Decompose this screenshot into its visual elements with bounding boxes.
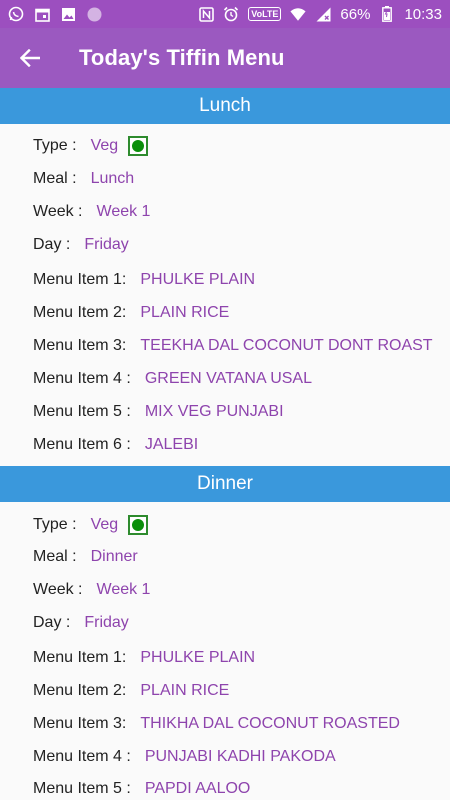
- menu-item-value: THIKHA DAL COCONUT ROASTED: [140, 715, 400, 732]
- type-label: Type :: [33, 516, 77, 533]
- lunch-menu-item-1: Menu Item 1: PHULKE PLAIN: [33, 271, 255, 289]
- back-button[interactable]: [0, 28, 60, 88]
- whatsapp-icon: [8, 6, 24, 22]
- week-value: Week 1: [96, 203, 151, 220]
- menu-item-label: Menu Item 3:: [33, 715, 127, 732]
- nfc-icon: [198, 6, 214, 22]
- dinner-day-row: Day : Friday: [33, 614, 129, 632]
- week-value: Week 1: [96, 581, 151, 598]
- battery-icon: [379, 6, 395, 22]
- lunch-type-row: Type : Veg: [33, 136, 149, 156]
- volte-badge: VoLTE: [248, 7, 282, 21]
- menu-item-label: Menu Item 1:: [33, 649, 127, 666]
- wifi-icon: [290, 6, 306, 22]
- menu-item-value: PUNJABI KADHI PAKODA: [144, 748, 336, 765]
- day-label: Day :: [33, 614, 71, 631]
- menu-item-label: Menu Item 1:: [33, 271, 127, 288]
- lunch-section-header: Lunch: [0, 88, 450, 124]
- week-label: Week :: [33, 581, 83, 598]
- menu-item-label: Menu Item 3:: [33, 337, 127, 354]
- menu-item-label: Menu Item 2:: [33, 682, 127, 699]
- menu-item-value: PHULKE PLAIN: [140, 271, 256, 288]
- type-value: Veg: [90, 137, 119, 154]
- week-label: Week :: [33, 203, 83, 220]
- calendar-icon: [34, 6, 50, 22]
- app-bar: Today's Tiffin Menu: [0, 28, 450, 88]
- circle-icon: [86, 6, 102, 22]
- dinner-week-row: Week : Week 1: [33, 581, 150, 599]
- menu-item-label: Menu Item 4 :: [33, 748, 131, 765]
- alarm-icon: [223, 6, 239, 22]
- meal-label: Meal :: [33, 548, 77, 565]
- meal-value: Lunch: [90, 170, 135, 187]
- signal-icon: [315, 6, 331, 22]
- dinner-section-header: Dinner: [0, 466, 450, 502]
- lunch-menu-item-3: Menu Item 3: TEEKHA DAL COCONUT DONT ROA…: [33, 337, 433, 355]
- lunch-menu-item-4: Menu Item 4 : GREEN VATANA USAL: [33, 370, 312, 388]
- lunch-meal-row: Meal : Lunch: [33, 170, 134, 188]
- status-bar: VoLTE 66% 10:33: [0, 0, 450, 28]
- day-label: Day :: [33, 236, 71, 253]
- dinner-menu-item-5: Menu Item 5 : PAPDI AALOO: [33, 780, 250, 798]
- battery-percent: 66%: [340, 5, 371, 23]
- dinner-menu-item-1: Menu Item 1: PHULKE PLAIN: [33, 649, 255, 667]
- menu-item-value: GREEN VATANA USAL: [144, 370, 312, 387]
- lunch-week-row: Week : Week 1: [33, 203, 150, 221]
- menu-item-value: MIX VEG PUNJABI: [144, 403, 284, 420]
- menu-item-label: Menu Item 5 :: [33, 780, 131, 797]
- dinner-type-row: Type : Veg: [33, 515, 149, 535]
- menu-item-value: PLAIN RICE: [140, 304, 230, 321]
- meal-label: Meal :: [33, 170, 77, 187]
- lunch-menu-item-5: Menu Item 5 : MIX VEG PUNJABI: [33, 403, 284, 421]
- dinner-meal-row: Meal : Dinner: [33, 548, 138, 566]
- type-label: Type :: [33, 137, 77, 154]
- type-value: Veg: [90, 516, 119, 533]
- image-icon: [60, 6, 76, 22]
- veg-symbol-icon: [128, 136, 149, 156]
- day-value: Friday: [84, 614, 129, 631]
- menu-item-label: Menu Item 4 :: [33, 370, 131, 387]
- menu-item-value: TEEKHA DAL COCONUT DONT ROAST: [140, 337, 433, 354]
- menu-item-label: Menu Item 2:: [33, 304, 127, 321]
- veg-symbol-icon: [128, 515, 149, 535]
- menu-item-label: Menu Item 6 :: [33, 436, 131, 453]
- menu-item-value: JALEBI: [144, 436, 199, 453]
- menu-item-value: PHULKE PLAIN: [140, 649, 256, 666]
- day-value: Friday: [84, 236, 129, 253]
- meal-value: Dinner: [90, 548, 138, 565]
- page-title: Today's Tiffin Menu: [79, 45, 285, 70]
- menu-item-value: PAPDI AALOO: [144, 780, 251, 797]
- lunch-menu-item-2: Menu Item 2: PLAIN RICE: [33, 304, 229, 322]
- dinner-menu-item-4: Menu Item 4 : PUNJABI KADHI PAKODA: [33, 748, 336, 766]
- dinner-menu-item-2: Menu Item 2: PLAIN RICE: [33, 682, 229, 700]
- clock: 10:33: [404, 5, 442, 23]
- lunch-day-row: Day : Friday: [33, 236, 129, 254]
- menu-item-value: PLAIN RICE: [140, 682, 230, 699]
- lunch-menu-item-6: Menu Item 6 : JALEBI: [33, 436, 198, 454]
- menu-item-label: Menu Item 5 :: [33, 403, 131, 420]
- arrow-left-icon: [20, 49, 40, 67]
- dinner-menu-item-3: Menu Item 3: THIKHA DAL COCONUT ROASTED: [33, 715, 400, 733]
